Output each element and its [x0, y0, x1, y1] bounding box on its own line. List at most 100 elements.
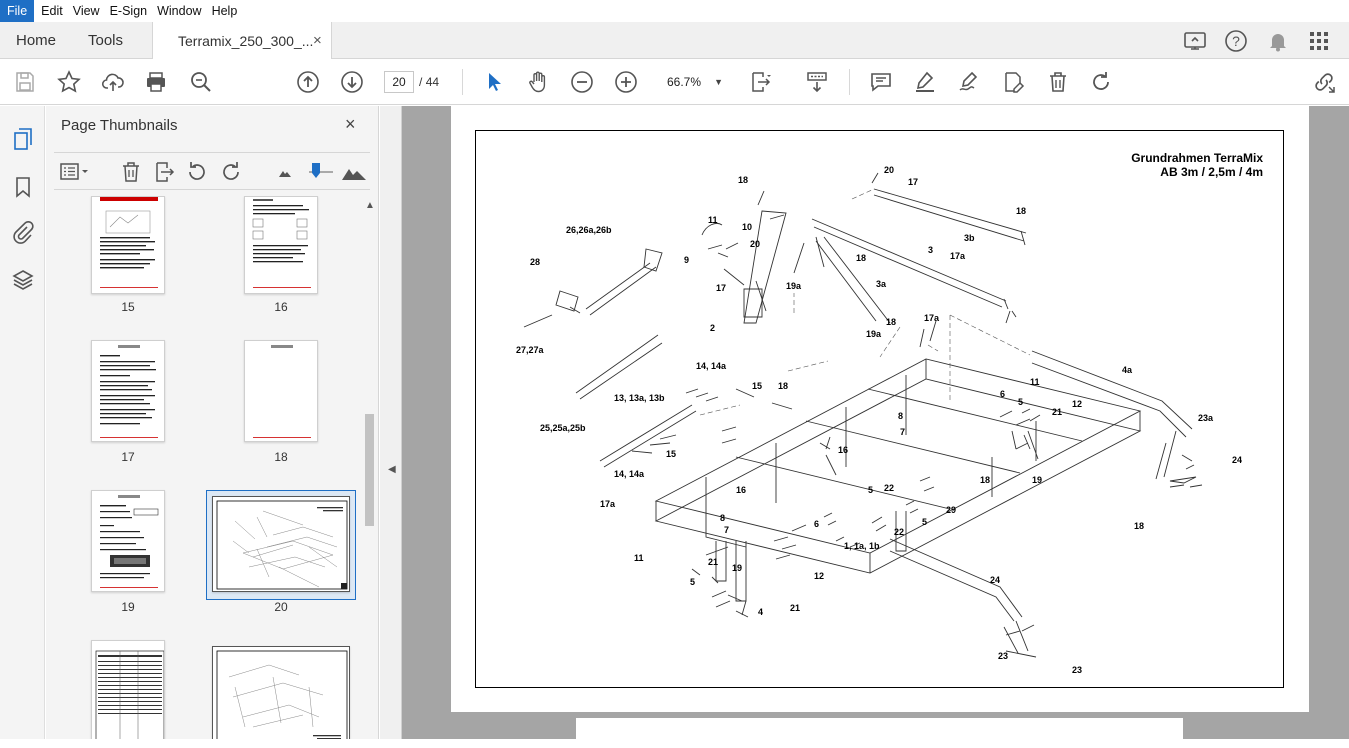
thumbnail-page-20[interactable] — [212, 496, 350, 592]
extract-page-icon[interactable] — [153, 161, 175, 183]
panel-close-button[interactable]: × — [345, 114, 356, 135]
delete-page-icon[interactable] — [120, 161, 142, 183]
callout-label: 11 — [708, 215, 718, 225]
upload-cloud-icon[interactable] — [101, 70, 125, 94]
thumbnail-page-16[interactable] — [244, 196, 318, 294]
callout-label: 16 — [736, 485, 746, 495]
large-thumbnail-icon[interactable] — [341, 161, 367, 183]
thumbnail-toolbar — [54, 152, 370, 190]
callout-label: 10 — [742, 222, 752, 232]
select-cursor-icon[interactable] — [482, 70, 506, 94]
thumbnail-page-22[interactable] — [212, 646, 350, 739]
rotate-clockwise-icon[interactable] — [220, 161, 242, 183]
callout-label: 19 — [1032, 475, 1042, 485]
callout-label: 6 — [814, 519, 819, 529]
next-pdf-page — [576, 718, 1183, 748]
comment-icon[interactable] — [869, 70, 893, 94]
hand-tool-icon[interactable] — [526, 70, 550, 94]
tab-tools[interactable]: Tools — [88, 22, 123, 59]
menu-help[interactable]: Help — [207, 0, 243, 22]
scroll-up-arrow-icon[interactable]: ▲ — [365, 200, 375, 211]
callout-label: 12 — [1072, 399, 1082, 409]
menu-esign[interactable]: E-Sign — [105, 0, 153, 22]
thumbnail-page-21[interactable] — [91, 640, 165, 739]
document-viewport[interactable]: ◀ Grundrahmen TerraMix AB 3m / 2,5m / 4m — [380, 106, 1349, 748]
next-page-icon[interactable] — [340, 70, 364, 94]
callout-label: 21 — [790, 603, 800, 613]
zoom-value: 66.7% — [667, 75, 702, 89]
share-link-icon[interactable] — [1312, 70, 1336, 94]
help-icon[interactable]: ? — [1223, 28, 1249, 54]
callout-label: 22 — [894, 527, 904, 537]
thumbnail-size-slider[interactable] — [306, 161, 336, 183]
menu-window[interactable]: Window — [152, 0, 206, 22]
previous-page-icon[interactable] — [296, 70, 320, 94]
thumbnail-page-19[interactable] — [91, 490, 165, 592]
callout-label: 9 — [684, 255, 689, 265]
zoom-out-icon[interactable] — [570, 70, 594, 94]
thumbnail-scrollbar[interactable]: ▲ — [363, 196, 376, 739]
collapse-left-arrow-icon[interactable]: ◀ — [388, 464, 396, 475]
print-icon[interactable] — [144, 70, 168, 94]
options-menu-icon[interactable] — [60, 161, 92, 183]
scroll-mode-icon[interactable] — [805, 70, 829, 94]
tab-home[interactable]: Home — [16, 22, 56, 59]
callout-label: 17 — [908, 177, 918, 187]
bookmarks-icon[interactable] — [11, 175, 35, 199]
callout-label: 18 — [1016, 206, 1026, 216]
callout-label: 3 — [928, 245, 933, 255]
small-thumbnail-icon[interactable] — [274, 161, 296, 183]
callout-label: 18 — [778, 381, 788, 391]
callout-label: 28 — [530, 257, 540, 267]
callout-label: 15 — [752, 381, 762, 391]
callout-label: 14, 14a — [614, 469, 645, 479]
callout-label: 15 — [666, 449, 676, 459]
share-screen-icon[interactable] — [1182, 28, 1208, 54]
tab-bar: Home Tools Terramix_250_300_... × ? — [0, 22, 1349, 60]
callout-label: 20 — [884, 165, 894, 175]
menu-view[interactable]: View — [68, 0, 105, 22]
callout-label: 4a — [1122, 365, 1133, 375]
page-thumbnails-icon[interactable] — [11, 127, 35, 151]
thumbnail-page-18[interactable] — [244, 340, 318, 442]
edit-document-icon[interactable] — [1001, 70, 1025, 94]
highlight-pen-icon[interactable] — [913, 70, 937, 94]
rotate-counterclockwise-icon[interactable] — [186, 161, 208, 183]
draw-sign-icon[interactable] — [957, 70, 981, 94]
callout-label: 27,27a — [516, 345, 545, 355]
menu-edit[interactable]: Edit — [36, 0, 68, 22]
tab-document[interactable]: Terramix_250_300_... × — [152, 22, 332, 60]
thumbnail-label: 19 — [121, 600, 135, 614]
search-zoom-icon[interactable] — [189, 70, 213, 94]
save-icon[interactable] — [13, 70, 37, 94]
callout-label: 18 — [980, 475, 990, 485]
notifications-bell-icon[interactable] — [1265, 28, 1291, 54]
bookmark-star-icon[interactable] — [57, 70, 81, 94]
thumbnail-page-15[interactable] — [91, 196, 165, 294]
callout-label: 21 — [708, 557, 718, 567]
menu-file[interactable]: File — [0, 0, 35, 22]
page-fit-icon[interactable] — [749, 70, 773, 94]
collapse-panel-tab[interactable]: ◀ — [380, 106, 402, 739]
scrollbar-thumb[interactable] — [365, 414, 374, 526]
zoom-in-icon[interactable] — [614, 70, 638, 94]
zoom-level-select[interactable]: 66.7% ▼ — [656, 71, 730, 93]
attachments-paperclip-icon[interactable] — [11, 220, 35, 244]
callout-label: 11 — [634, 553, 644, 563]
main-toolbar: 20 / 44 66.7% ▼ — [0, 59, 1349, 105]
callout-label: 19a — [866, 329, 882, 339]
apps-grid-icon[interactable] — [1306, 28, 1332, 54]
thumbnail-list[interactable]: 15 16 17 18 19 20 — [46, 196, 379, 739]
callout-label: 14, 14a — [696, 361, 727, 371]
callout-label: 5 — [1018, 397, 1023, 407]
tab-close-button[interactable]: × — [313, 22, 322, 60]
svg-text:?: ? — [1232, 33, 1240, 49]
thumbnail-page-17[interactable] — [91, 340, 165, 442]
delete-trash-icon[interactable] — [1046, 70, 1070, 94]
callout-label: 13, 13a, 13b — [614, 393, 665, 403]
layers-icon[interactable] — [11, 268, 35, 292]
rotate-clockwise-icon[interactable] — [1089, 70, 1113, 94]
thumbnail-label: 18 — [274, 450, 288, 464]
callout-label: 19 — [732, 563, 742, 573]
page-number-input[interactable]: 20 — [384, 71, 414, 93]
